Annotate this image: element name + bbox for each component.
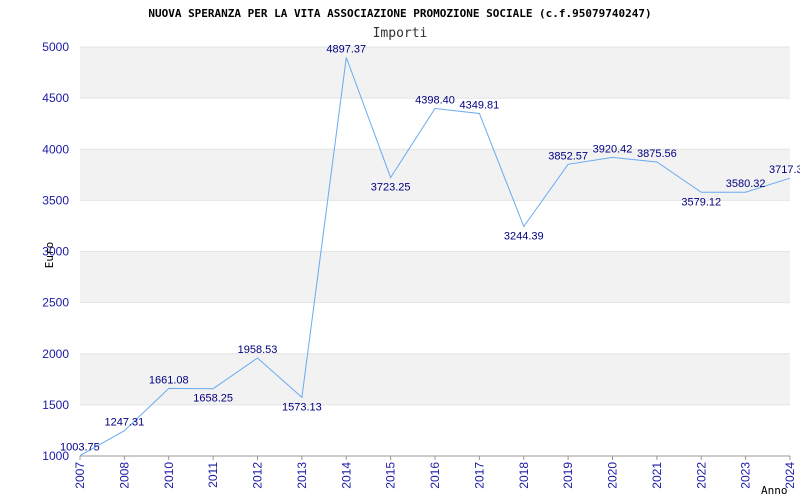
- y-axis-label: Euro: [43, 242, 56, 269]
- x-tick-label: 2014: [339, 462, 353, 489]
- data-label: 3579.12: [681, 196, 721, 208]
- data-label: 1573.13: [282, 401, 322, 413]
- x-tick-label: 2022: [694, 462, 708, 489]
- grid-band: [80, 251, 790, 303]
- line-chart: 100015002000250030003500400045005000 200…: [42, 7, 800, 497]
- y-tick-label: 4000: [42, 142, 69, 156]
- data-label: 3875.56: [637, 148, 677, 160]
- x-tick-label: 2012: [251, 462, 265, 489]
- data-label: 3920.42: [593, 143, 633, 155]
- y-tick-label: 1500: [42, 398, 69, 412]
- data-label: 1003.75: [60, 442, 100, 454]
- x-tick-label: 2015: [384, 462, 398, 489]
- chart-title: NUOVA SPERANZA PER LA VITA ASSOCIAZIONE …: [148, 7, 651, 20]
- y-tick-label: 2500: [42, 296, 69, 310]
- y-tick-label: 4500: [42, 91, 69, 105]
- x-axis-label: Anno: [761, 484, 788, 497]
- x-tick-label: 2020: [606, 462, 620, 489]
- data-label: 1658.25: [193, 393, 233, 405]
- x-tick-label: 2019: [561, 462, 575, 489]
- data-label: 4897.37: [326, 43, 366, 55]
- x-tick-label: 2017: [472, 462, 486, 489]
- grid-band: [80, 47, 790, 99]
- grid-band: [80, 149, 790, 201]
- data-label: 3852.57: [548, 150, 588, 162]
- x-tick-label: 2016: [428, 462, 442, 489]
- data-label: 3244.39: [504, 231, 544, 243]
- data-label: 3723.25: [371, 182, 411, 194]
- x-tick-label: 2007: [73, 462, 87, 489]
- x-tick-label: 2013: [295, 462, 309, 489]
- data-label: 1958.53: [238, 344, 278, 356]
- data-label: 3580.32: [726, 178, 766, 190]
- x-tick-label: 2021: [650, 462, 664, 489]
- data-label: 1661.08: [149, 374, 189, 386]
- x-tick-label: 2011: [206, 462, 220, 488]
- y-tick-label: 5000: [42, 40, 69, 54]
- data-label: 4398.40: [415, 95, 455, 107]
- data-label: 1247.31: [104, 417, 144, 429]
- x-tick-label: 2023: [739, 462, 753, 489]
- y-tick-label: 3500: [42, 193, 69, 207]
- x-tick-label: 2010: [162, 462, 176, 489]
- x-tick-label: 2018: [517, 462, 531, 489]
- y-tick-label: 2000: [42, 347, 69, 361]
- data-label: 4349.81: [459, 99, 499, 111]
- data-label: 3717.3: [769, 164, 800, 176]
- chart-subtitle: Importi: [373, 26, 428, 41]
- x-axis: 2007 2008 2010 2011 2012 2013 2014 2015 2016 2017…: [73, 455, 797, 489]
- x-tick-label: 2008: [117, 462, 131, 489]
